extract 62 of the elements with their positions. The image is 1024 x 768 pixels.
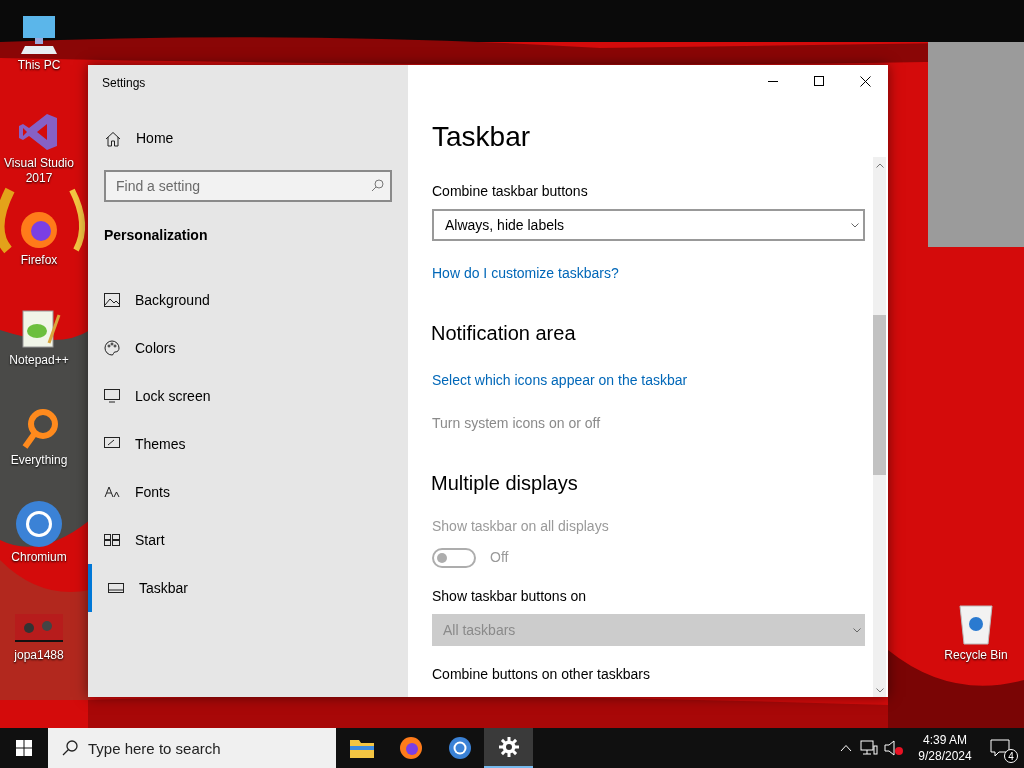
clock[interactable]: 4:39 AM 9/28/2024: [912, 732, 978, 764]
taskbar-search-field[interactable]: Type here to search: [48, 728, 336, 768]
close-icon: [859, 75, 871, 87]
nav-item[interactable]: Background: [88, 276, 408, 324]
section-heading: Notification area: [431, 321, 577, 346]
nav-item[interactable]: Themes: [88, 420, 408, 468]
scrollbar[interactable]: [873, 157, 886, 697]
chevron-down-icon: [851, 222, 859, 228]
section-heading: Multiple displays: [431, 471, 579, 496]
setting-label: Combine taskbar buttons: [432, 182, 589, 201]
notification-icon: [990, 739, 1010, 757]
desktop-icon-label[interactable]: Notepad++: [9, 353, 69, 368]
chromium-icon: [447, 736, 472, 760]
windows-logo-icon: [16, 740, 32, 756]
search-icon: [62, 740, 78, 756]
toggle-state: Off: [490, 548, 509, 567]
search-icon: [371, 179, 384, 192]
scrollbar-thumb[interactable]: [873, 315, 886, 475]
monitor-icon: [104, 389, 120, 403]
network-icon: [860, 740, 878, 756]
notification-count: 4: [1004, 749, 1018, 763]
brush-icon: [104, 437, 120, 451]
font-icon: [104, 485, 120, 499]
taskbar-icon: [108, 583, 124, 593]
desktop-icon-label[interactable]: jopa1488: [14, 648, 64, 663]
fox-globe-icon: [398, 736, 423, 760]
nav-item[interactable]: Start: [88, 516, 408, 564]
muted-speaker-icon: [884, 740, 904, 756]
page-title: Taskbar: [432, 120, 531, 154]
desktop-icon-label[interactable]: Everything: [10, 453, 68, 468]
desktop-icon-label[interactable]: Firefox: [20, 253, 58, 268]
dropdown[interactable]: Always, hide labels: [432, 209, 865, 241]
setting-label: Show taskbar on all displays: [432, 517, 610, 536]
desktop-icon-label[interactable]: This PC: [17, 58, 61, 73]
nav-item[interactable]: Lock screen: [88, 372, 408, 420]
chevron-up-icon: [875, 163, 884, 168]
setting-label: Combine buttons on other taskbars: [432, 665, 651, 684]
gear-icon: [498, 737, 519, 757]
home-icon: [105, 130, 121, 147]
settings-link[interactable]: Select which icons appear on the taskbar: [432, 370, 688, 391]
nav-item[interactable]: Fonts: [88, 468, 408, 516]
settings-link[interactable]: How do I customize taskbars?: [432, 263, 619, 284]
taskbar-app-button[interactable]: [484, 728, 533, 768]
picture-icon: [104, 293, 120, 307]
maximize-icon: [814, 76, 824, 86]
nav-item[interactable]: Colors: [88, 324, 408, 372]
search-field[interactable]: Find a setting: [104, 170, 392, 202]
chevron-down-icon: [853, 627, 861, 633]
palette-icon: [104, 340, 120, 356]
minimize-icon: [768, 80, 778, 82]
window-title: Settings: [102, 75, 146, 92]
desktop-icon-label[interactable]: Visual Studio 2017: [0, 156, 78, 186]
tiles-icon: [104, 534, 120, 546]
home-item[interactable]: Home: [88, 128, 408, 149]
setting-label: Show taskbar buttons on: [432, 587, 588, 606]
chevron-up-icon: [840, 744, 852, 752]
desktop-icon-label[interactable]: Recycle Bin: [944, 648, 1008, 663]
chromium-icon: [15, 500, 63, 548]
folder-icon: [349, 738, 374, 758]
desktop-icon-label[interactable]: Chromium: [11, 550, 67, 565]
section-title: Personalization: [104, 226, 208, 245]
chevron-down-icon: [875, 688, 884, 693]
